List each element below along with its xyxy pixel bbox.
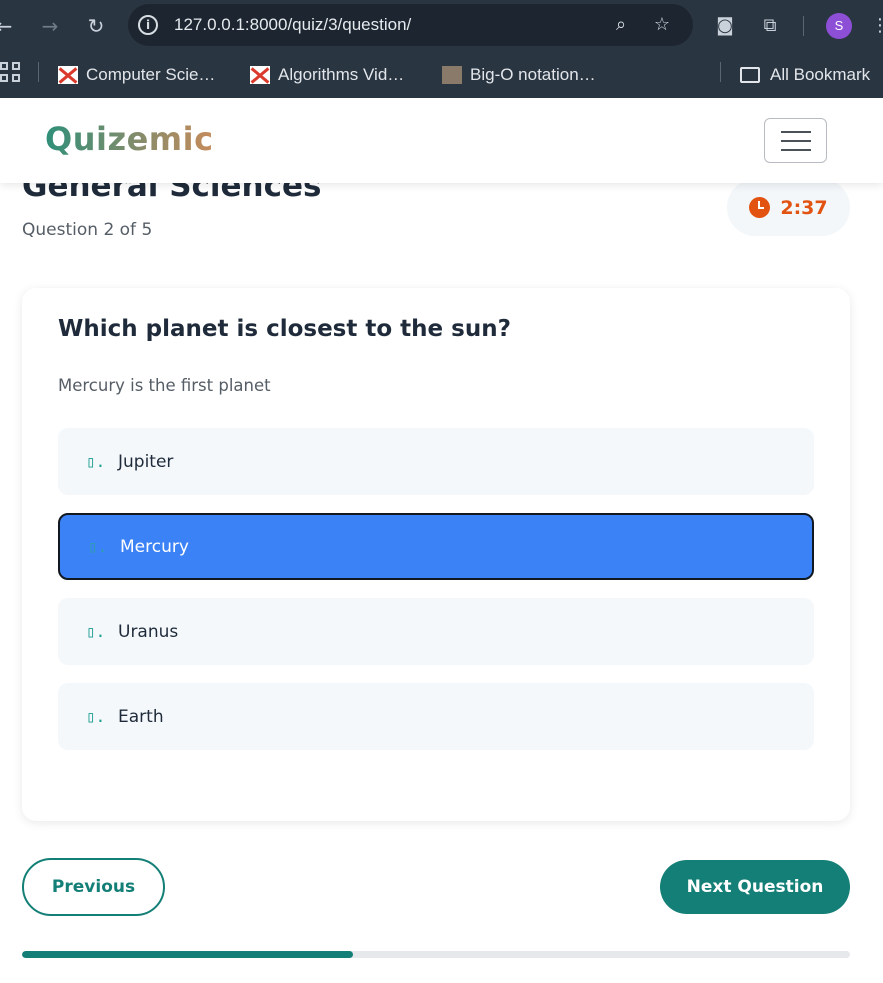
- navbar: Quizemic: [0, 98, 883, 183]
- extensions-icon[interactable]: ⧉: [758, 14, 782, 38]
- bookmark-star-icon[interactable]: ☆: [651, 14, 673, 36]
- page-content: General Sciences Quizemic Question 2 of …: [0, 98, 883, 983]
- address-bar[interactable]: i 127.0.0.1:8000/quiz/3/question/ ⌕ ☆: [128, 4, 693, 46]
- hamburger-line: [781, 140, 811, 142]
- menu-kebab-icon[interactable]: ⋮: [868, 14, 883, 38]
- option-marker: ▯.: [88, 537, 108, 556]
- quiz-progress-bar: [22, 951, 850, 958]
- answer-option[interactable]: ▯. Jupiter: [58, 428, 814, 495]
- option-marker: ▯.: [86, 707, 106, 726]
- option-label: Uranus: [118, 621, 179, 642]
- bookmarks-bar: Computer Scie… Algorithms Vid… Big-O not…: [0, 52, 883, 98]
- browser-chrome: ← → ↻ i 127.0.0.1:8000/quiz/3/question/ …: [0, 0, 883, 98]
- option-marker: ▯.: [86, 452, 106, 471]
- option-label: Earth: [118, 706, 164, 727]
- clock-icon: [749, 197, 771, 218]
- camera-icon[interactable]: ◙: [713, 14, 737, 38]
- broken-image-icon: [58, 66, 78, 84]
- bookmark-item[interactable]: Computer Scie…: [58, 64, 215, 86]
- folder-icon: [740, 67, 760, 83]
- option-label: Jupiter: [118, 451, 174, 472]
- answer-option[interactable]: ▯. Uranus: [58, 598, 814, 665]
- option-label: Mercury: [120, 536, 189, 557]
- question-hint: Mercury is the first planet: [58, 376, 271, 395]
- hamburger-line: [781, 131, 811, 133]
- all-bookmarks-label: All Bookmark: [770, 65, 871, 84]
- bookmark-label: Algorithms Vid…: [278, 65, 405, 84]
- option-marker: ▯.: [86, 622, 106, 641]
- timer-text: 2:37: [780, 196, 828, 219]
- question-card: Which planet is closest to the sun? Merc…: [22, 288, 850, 821]
- all-bookmarks-button[interactable]: All Bookmark: [740, 64, 870, 86]
- bookmark-label: Big-O notation…: [470, 65, 596, 84]
- toolbar-divider: [803, 16, 804, 36]
- profile-avatar[interactable]: S: [826, 13, 852, 39]
- previous-button[interactable]: Previous: [22, 858, 165, 916]
- forward-arrow-icon[interactable]: →: [38, 14, 62, 38]
- answer-option[interactable]: ▯. Earth: [58, 683, 814, 750]
- bookmark-label: Computer Scie…: [86, 65, 216, 84]
- back-arrow-icon[interactable]: ←: [0, 14, 16, 38]
- avatar-favicon-icon: [442, 66, 462, 84]
- bookmark-item[interactable]: Big-O notation…: [442, 64, 596, 86]
- site-info-icon[interactable]: i: [138, 15, 158, 35]
- timer-badge: 2:37: [727, 179, 850, 236]
- question-progress-text: Question 2 of 5: [22, 220, 153, 240]
- question-text: Which planet is closest to the sun?: [58, 316, 511, 342]
- hamburger-line: [781, 149, 811, 151]
- next-question-button[interactable]: Next Question: [660, 860, 850, 914]
- quiz-progress-fill: [22, 951, 354, 958]
- bookmarks-divider: [720, 62, 721, 82]
- zoom-icon[interactable]: ⌕: [610, 14, 632, 36]
- reload-icon[interactable]: ↻: [84, 14, 108, 38]
- hamburger-menu-button[interactable]: [764, 118, 827, 163]
- browser-toolbar: ← → ↻ i 127.0.0.1:8000/quiz/3/question/ …: [0, 0, 883, 52]
- answer-option-selected[interactable]: ▯. Mercury: [58, 513, 814, 580]
- broken-image-icon: [250, 66, 270, 84]
- address-url[interactable]: 127.0.0.1:8000/quiz/3/question/: [174, 15, 411, 35]
- bookmark-item[interactable]: Algorithms Vid…: [250, 64, 404, 86]
- brand-logo[interactable]: Quizemic: [45, 120, 214, 158]
